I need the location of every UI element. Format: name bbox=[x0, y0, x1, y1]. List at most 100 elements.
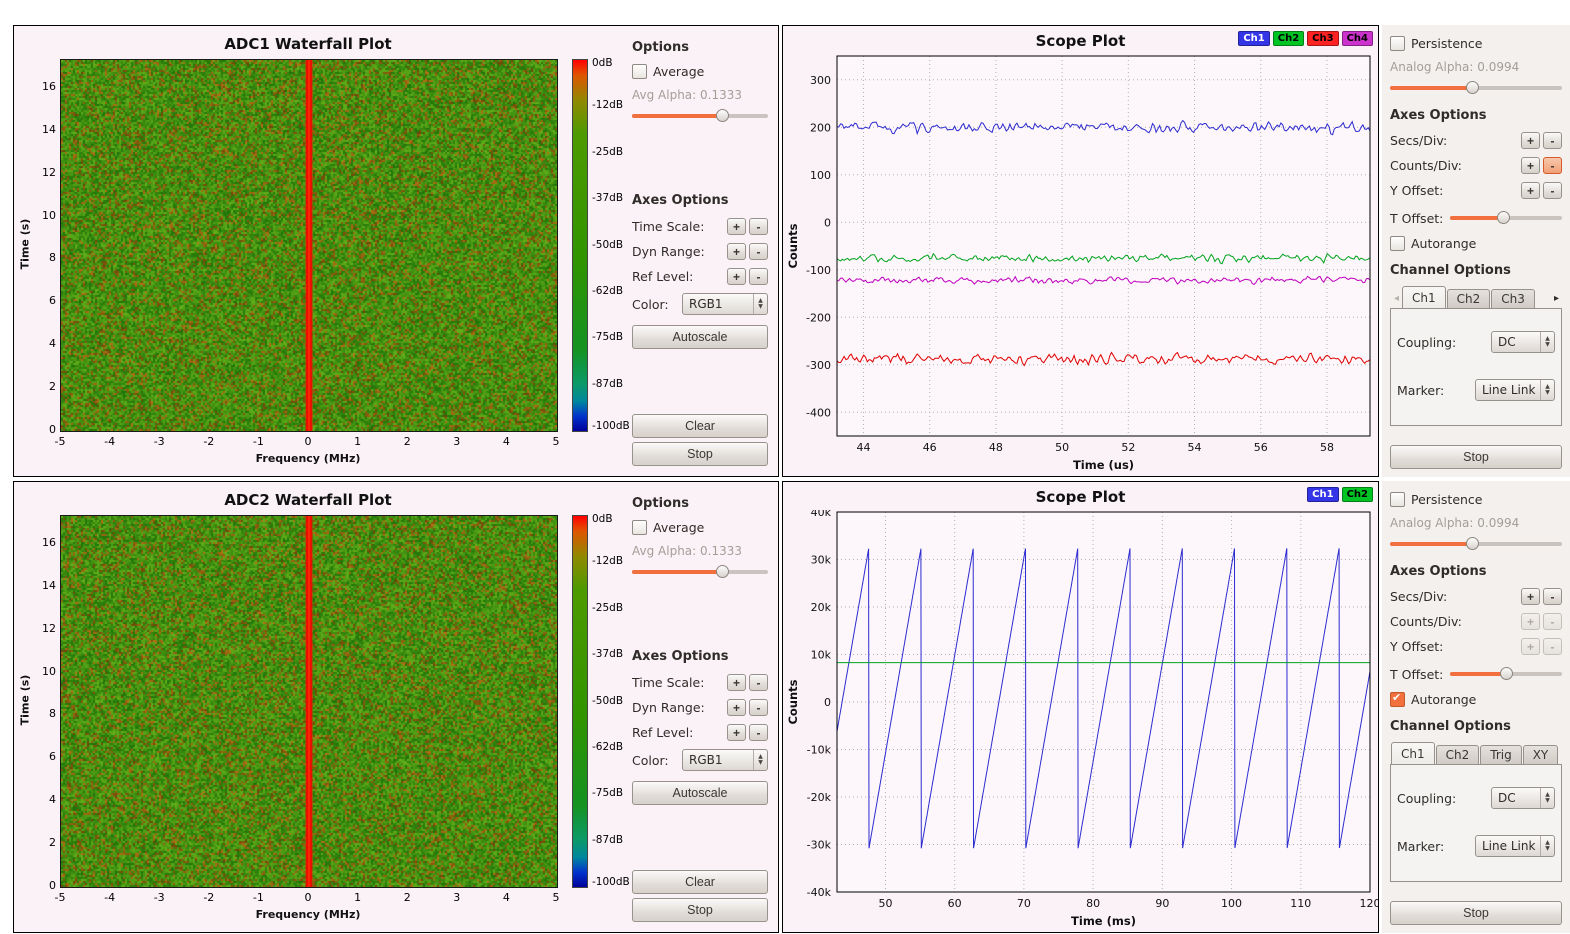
t-offset-slider[interactable] bbox=[1450, 667, 1562, 681]
average-row[interactable]: Average bbox=[632, 64, 768, 79]
autoscale-button[interactable]: Autoscale bbox=[632, 325, 768, 349]
persistence-row[interactable]: Persistence bbox=[1390, 36, 1562, 51]
tab-trig[interactable]: Trig bbox=[1480, 745, 1521, 765]
dyn-range-minus-button[interactable]: - bbox=[749, 699, 768, 716]
average-checkbox[interactable] bbox=[632, 520, 647, 535]
slider-handle[interactable] bbox=[1466, 81, 1479, 94]
counts-div-minus-button[interactable]: - bbox=[1543, 613, 1562, 630]
scope-title-row: Scope Plot Ch1Ch2 bbox=[783, 482, 1378, 510]
coupling-select[interactable]: DC ▲ ▼ bbox=[1491, 787, 1555, 809]
analog-alpha-slider[interactable] bbox=[1390, 81, 1562, 95]
tab-scroll-left-icon[interactable]: ◂ bbox=[1391, 290, 1402, 309]
spin-down-icon[interactable]: ▼ bbox=[758, 760, 763, 766]
clear-button[interactable]: Clear bbox=[632, 414, 768, 438]
secs-div-minus-button[interactable]: - bbox=[1543, 132, 1562, 149]
tab-xy[interactable]: XY bbox=[1523, 745, 1559, 765]
stop-button[interactable]: Stop bbox=[1390, 445, 1562, 469]
legend-chip-ch3[interactable]: Ch3 bbox=[1307, 31, 1338, 46]
slider-handle[interactable] bbox=[1497, 211, 1510, 224]
counts-div-minus-button[interactable]: - bbox=[1543, 157, 1562, 174]
ref-level-plus-button[interactable]: + bbox=[727, 268, 746, 285]
scope-plot-canvas[interactable]: 506070809010011012040k30k20k10k0-10k-20k… bbox=[783, 510, 1378, 930]
avg-alpha-slider[interactable] bbox=[632, 565, 768, 579]
stop-button[interactable]: Stop bbox=[632, 442, 768, 466]
coupling-select[interactable]: DC ▲ ▼ bbox=[1491, 331, 1555, 353]
legend-chip-ch4[interactable]: Ch4 bbox=[1342, 31, 1373, 46]
spin-down-icon[interactable]: ▼ bbox=[1545, 846, 1550, 852]
spinner-icon[interactable]: ▲ ▼ bbox=[753, 750, 767, 770]
spinner-icon[interactable]: ▲ ▼ bbox=[1540, 788, 1554, 808]
dyn-range-plus-button[interactable]: + bbox=[727, 243, 746, 260]
tab-ch2[interactable]: Ch2 bbox=[1436, 745, 1480, 765]
channel-tabs: ◂Ch1Ch2Ch3 ▸ bbox=[1390, 286, 1562, 309]
marker-select[interactable]: Line Link ▲ ▼ bbox=[1475, 835, 1555, 857]
scope1-control-sidebar: Persistence Analog Alpha: 0.0994 Axes Op… bbox=[1382, 25, 1570, 477]
secs-div-minus-button[interactable]: - bbox=[1543, 588, 1562, 605]
y-offset-minus-button[interactable]: - bbox=[1543, 638, 1562, 655]
time-scale-plus-button[interactable]: + bbox=[727, 674, 746, 691]
ref-level-minus-button[interactable]: - bbox=[749, 268, 768, 285]
scope-plot-canvas[interactable]: 44464850525456583002001000-100-200-300-4… bbox=[783, 54, 1378, 474]
autorange-row[interactable]: Autorange bbox=[1390, 692, 1562, 707]
color-select[interactable]: RGB1 ▲ ▼ bbox=[682, 749, 768, 771]
analog-alpha-slider[interactable] bbox=[1390, 537, 1562, 551]
marker-select[interactable]: Line Link ▲ ▼ bbox=[1475, 379, 1555, 401]
spin-down-icon[interactable]: ▼ bbox=[1545, 390, 1550, 396]
t-offset-slider[interactable] bbox=[1450, 211, 1562, 225]
legend-chip-ch1[interactable]: Ch1 bbox=[1238, 31, 1269, 46]
y-offset-plus-button[interactable]: + bbox=[1521, 638, 1540, 655]
tab-scroll-right-icon[interactable]: ▸ bbox=[1551, 290, 1562, 309]
autorange-checkbox[interactable] bbox=[1390, 236, 1405, 251]
autorange-row[interactable]: Autorange bbox=[1390, 236, 1562, 251]
avg-alpha-slider[interactable] bbox=[632, 109, 768, 123]
dyn-range-minus-button[interactable]: - bbox=[749, 243, 768, 260]
y-offset-row: Y Offset: + - bbox=[1390, 182, 1562, 199]
dyn-range-plus-button[interactable]: + bbox=[727, 699, 746, 716]
spinner-icon[interactable]: ▲ ▼ bbox=[1540, 380, 1554, 400]
persistence-checkbox[interactable] bbox=[1390, 492, 1405, 507]
waterfall-canvas[interactable] bbox=[60, 59, 558, 432]
time-scale-plus-button[interactable]: + bbox=[727, 218, 746, 235]
legend-chip-ch2[interactable]: Ch2 bbox=[1342, 487, 1373, 502]
ref-level-plus-button[interactable]: + bbox=[727, 724, 746, 741]
autorange-checkbox[interactable] bbox=[1390, 692, 1405, 707]
spin-down-icon[interactable]: ▼ bbox=[1545, 342, 1550, 348]
y-offset-minus-button[interactable]: - bbox=[1543, 182, 1562, 199]
secs-div-plus-button[interactable]: + bbox=[1521, 132, 1540, 149]
slider-handle[interactable] bbox=[716, 109, 729, 122]
time-scale-minus-button[interactable]: - bbox=[749, 218, 768, 235]
slider-handle[interactable] bbox=[1466, 537, 1479, 550]
counts-div-plus-button[interactable]: + bbox=[1521, 613, 1540, 630]
axis-text: 56 bbox=[1254, 441, 1268, 454]
time-scale-minus-button[interactable]: - bbox=[749, 674, 768, 691]
y-tick-label: 2 bbox=[49, 380, 56, 393]
stop-button[interactable]: Stop bbox=[1390, 901, 1562, 925]
slider-fill bbox=[1390, 542, 1473, 546]
spin-down-icon[interactable]: ▼ bbox=[1545, 798, 1550, 804]
persistence-checkbox[interactable] bbox=[1390, 36, 1405, 51]
ref-level-minus-button[interactable]: - bbox=[749, 724, 768, 741]
spin-down-icon[interactable]: ▼ bbox=[758, 304, 763, 310]
secs-div-plus-button[interactable]: + bbox=[1521, 588, 1540, 605]
average-row[interactable]: Average bbox=[632, 520, 768, 535]
legend-chip-ch1[interactable]: Ch1 bbox=[1307, 487, 1338, 502]
stop-button[interactable]: Stop bbox=[632, 898, 768, 922]
tab-ch2[interactable]: Ch2 bbox=[1447, 289, 1491, 309]
y-offset-plus-button[interactable]: + bbox=[1521, 182, 1540, 199]
persistence-row[interactable]: Persistence bbox=[1390, 492, 1562, 507]
slider-handle[interactable] bbox=[1500, 667, 1513, 680]
autoscale-button[interactable]: Autoscale bbox=[632, 781, 768, 805]
counts-div-plus-button[interactable]: + bbox=[1521, 157, 1540, 174]
tab-ch3[interactable]: Ch3 bbox=[1491, 289, 1535, 309]
legend-chip-ch2[interactable]: Ch2 bbox=[1273, 31, 1304, 46]
color-select[interactable]: RGB1 ▲ ▼ bbox=[682, 293, 768, 315]
spinner-icon[interactable]: ▲ ▼ bbox=[753, 294, 767, 314]
spinner-icon[interactable]: ▲ ▼ bbox=[1540, 332, 1554, 352]
waterfall-canvas[interactable] bbox=[60, 515, 558, 888]
tab-ch1[interactable]: Ch1 bbox=[1402, 286, 1446, 309]
slider-handle[interactable] bbox=[716, 565, 729, 578]
clear-button[interactable]: Clear bbox=[632, 870, 768, 894]
average-checkbox[interactable] bbox=[632, 64, 647, 79]
spinner-icon[interactable]: ▲ ▼ bbox=[1540, 836, 1554, 856]
tab-ch1[interactable]: Ch1 bbox=[1391, 742, 1435, 765]
